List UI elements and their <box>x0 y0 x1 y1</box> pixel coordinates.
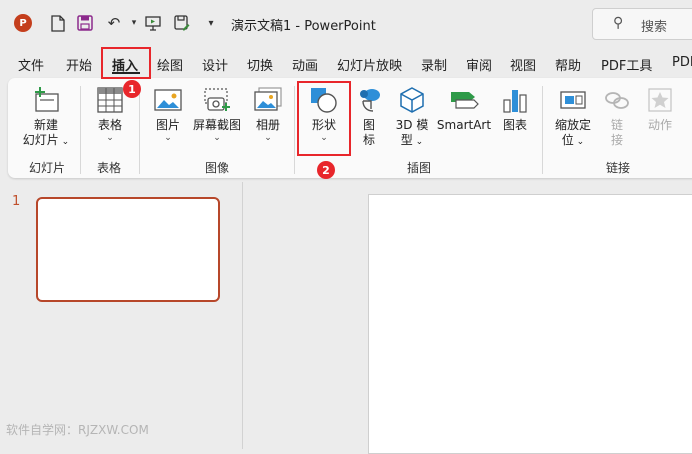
smartart-icon <box>451 92 479 109</box>
customize-toolbar-icon[interactable]: ▾ <box>201 13 221 33</box>
new-slide-label-2: 幻灯片 <box>22 133 59 147</box>
group-separator <box>542 86 543 174</box>
picture-dropdown-icon: ⌄ <box>164 133 172 143</box>
picture-label: 图片 <box>155 118 180 132</box>
smartart-button[interactable]: SmartArt <box>436 86 492 133</box>
tab-draw[interactable]: 绘图 <box>157 55 183 74</box>
panel-divider[interactable] <box>242 182 243 449</box>
powerpoint-logo-icon: P <box>14 14 32 32</box>
tab-animations[interactable]: 动画 <box>292 55 318 74</box>
group-label-images: 图像 <box>205 161 230 175</box>
photo-album-icon <box>254 87 282 111</box>
icons-button[interactable]: 图 标 <box>352 86 386 148</box>
link-icon <box>605 92 629 109</box>
logo-letter: P <box>19 17 27 29</box>
tab-pdf[interactable]: PDF <box>672 55 692 70</box>
tab-design[interactable]: 设计 <box>202 55 228 74</box>
icons-icon <box>360 89 380 112</box>
watermark-text: 软件自学网：RJZXW.COM <box>6 423 149 437</box>
slide-number: 1 <box>12 194 21 209</box>
table-dropdown-icon: ⌄ <box>106 133 114 143</box>
icons-label-1: 图 <box>362 118 375 132</box>
tab-help[interactable]: 帮助 <box>555 55 581 74</box>
tab-view[interactable]: 视图 <box>510 55 536 74</box>
screenshot-dropdown-icon: ⌄ <box>213 133 221 143</box>
3d-models-label-2: 型 <box>400 133 413 147</box>
undo-icon[interactable]: ↶ <box>104 13 124 33</box>
screenshot-button[interactable]: 屏幕截图 ⌄ <box>190 86 244 143</box>
shapes-button-highlight <box>297 81 351 156</box>
search-placeholder: 搜索 <box>641 20 668 35</box>
icons-label-2: 标 <box>362 133 375 147</box>
tab-record[interactable]: 录制 <box>421 55 447 74</box>
photo-album-button[interactable]: 相册 ⌄ <box>248 86 288 143</box>
screenshot-label: 屏幕截图 <box>192 118 241 132</box>
tab-transitions[interactable]: 切换 <box>247 55 273 74</box>
chart-icon <box>503 90 527 113</box>
smartart-label: SmartArt <box>436 118 492 132</box>
group-separator <box>139 86 140 174</box>
group-label-illustrations: 插图 <box>407 161 432 175</box>
from-beginning-icon[interactable] <box>143 13 163 33</box>
photo-album-label: 相册 <box>255 118 280 132</box>
group-separator <box>294 86 295 174</box>
action-button[interactable]: 动作 <box>640 86 680 133</box>
tab-review[interactable]: 审阅 <box>466 55 492 74</box>
step-badge-1: 1 <box>123 80 141 98</box>
picture-icon <box>154 89 182 111</box>
3d-cube-icon <box>400 87 424 113</box>
zoom-label-2: 位 <box>561 133 574 147</box>
group-label-slides: 幻灯片 <box>29 161 66 175</box>
save-icon[interactable] <box>75 13 95 33</box>
new-slide-icon <box>35 87 59 112</box>
chart-button[interactable]: 图表 <box>498 86 532 133</box>
title-bar: P ↶ ▾ ▾ 演示文稿1 - PowerPoint ⚲ 搜索 <box>0 0 692 46</box>
new-slide-label-1: 新建 <box>33 118 58 132</box>
link-label-1: 链 <box>610 118 623 132</box>
photo-album-dropdown-icon: ⌄ <box>264 133 272 143</box>
save-as-icon[interactable] <box>172 13 192 33</box>
zoom-button[interactable]: 缩放定 位 ⌄ <box>550 86 596 150</box>
3d-models-label-1: 3D 模 <box>395 118 429 132</box>
slide-thumbnail[interactable] <box>36 197 220 302</box>
screenshot-icon <box>204 88 230 111</box>
link-label-2: 接 <box>610 133 623 147</box>
undo-dropdown-icon[interactable]: ▾ <box>124 13 144 33</box>
search-input[interactable]: ⚲ 搜索 <box>592 8 692 40</box>
chart-label: 图表 <box>502 118 527 132</box>
3d-models-button[interactable]: 3D 模 型 ⌄ <box>392 86 432 150</box>
search-icon: ⚲ <box>613 15 624 31</box>
table-icon <box>97 87 123 113</box>
link-button[interactable]: 链 接 <box>600 86 634 148</box>
slide-canvas[interactable] <box>368 194 692 454</box>
action-star-icon <box>648 88 672 112</box>
group-separator <box>80 86 81 174</box>
window-title: 演示文稿1 - PowerPoint <box>231 19 376 34</box>
step-badge-2: 2 <box>317 161 335 179</box>
group-label-tables: 表格 <box>97 161 122 175</box>
zoom-label-1: 缩放定 <box>554 118 591 132</box>
table-label: 表格 <box>97 118 122 132</box>
insert-tab-highlight <box>101 47 151 79</box>
action-label: 动作 <box>647 118 672 132</box>
new-file-icon[interactable] <box>48 13 68 33</box>
tab-file[interactable]: 文件 <box>18 55 44 74</box>
zoom-icon <box>560 91 586 109</box>
group-label-links: 链接 <box>606 161 631 175</box>
tab-slideshow[interactable]: 幻灯片放映 <box>337 55 402 74</box>
tab-pdf-tools[interactable]: PDF工具 <box>601 55 652 74</box>
new-slide-button[interactable]: 新建 幻灯片 ⌄ <box>18 86 74 150</box>
picture-button[interactable]: 图片 ⌄ <box>147 86 189 143</box>
tab-home[interactable]: 开始 <box>66 55 92 74</box>
